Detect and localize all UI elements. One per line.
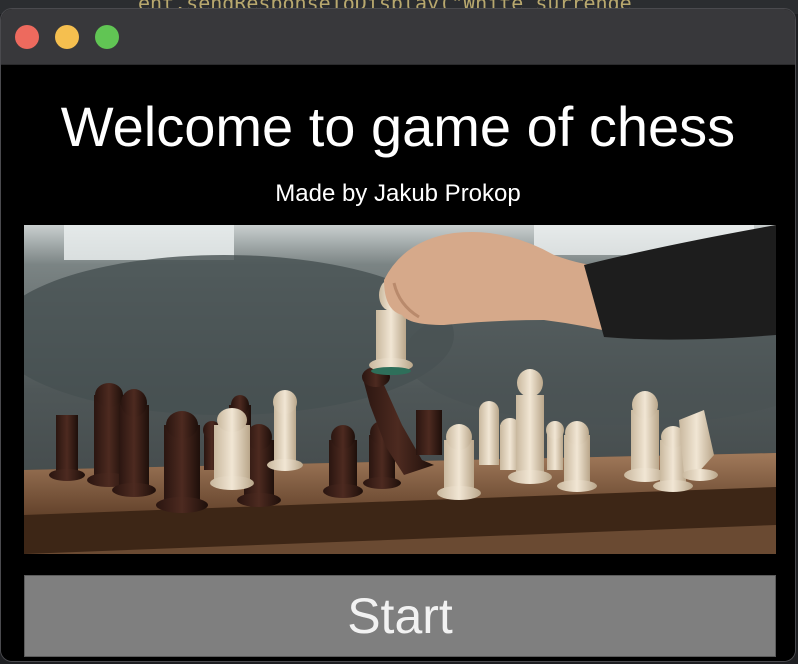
start-button[interactable]: Start xyxy=(24,575,776,657)
maximize-window-button[interactable] xyxy=(95,25,119,49)
close-window-button[interactable] xyxy=(15,25,39,49)
main-content: Welcome to game of chess Made by Jakub P… xyxy=(1,65,795,661)
author-subtitle: Made by Jakub Prokop xyxy=(275,180,521,207)
welcome-heading: Welcome to game of chess xyxy=(60,95,736,158)
chess-board-photo xyxy=(24,225,776,554)
chess-scene-illustration xyxy=(24,225,776,554)
minimize-window-button[interactable] xyxy=(55,25,79,49)
title-bar xyxy=(1,9,795,65)
app-window: Welcome to game of chess Made by Jakub P… xyxy=(0,8,796,662)
